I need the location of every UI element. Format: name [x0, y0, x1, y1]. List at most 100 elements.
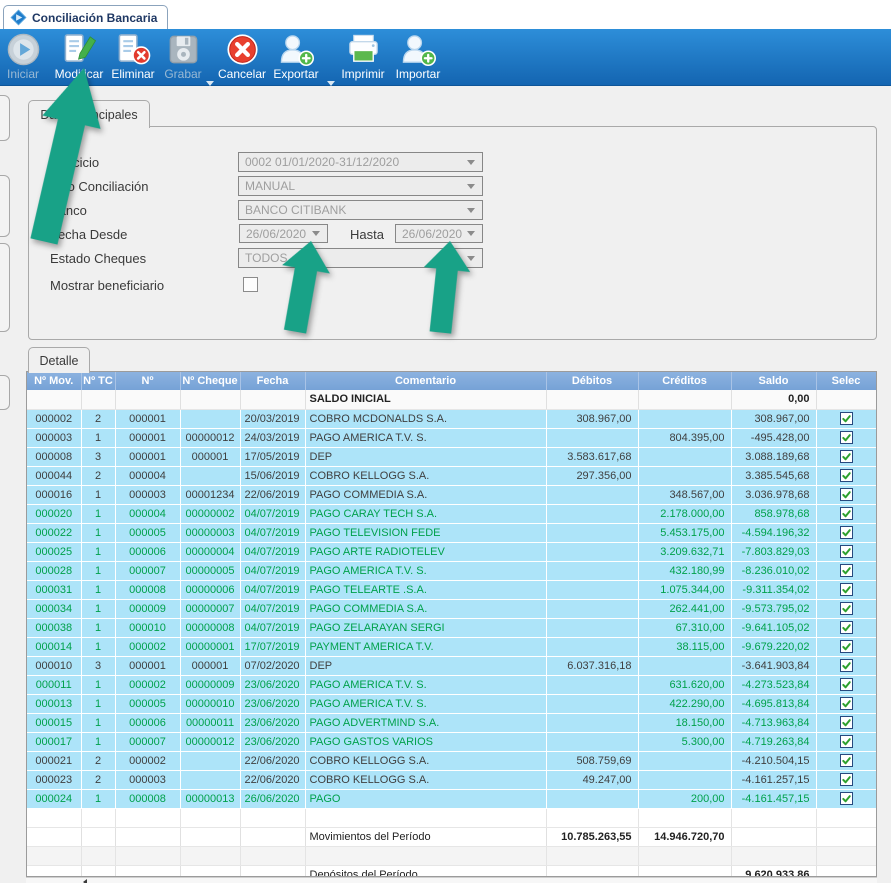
row-select-checkbox[interactable] — [840, 469, 853, 482]
cell-n-tc: 2 — [81, 770, 115, 789]
row-select-checkbox[interactable] — [840, 431, 853, 444]
row-select-checkbox[interactable] — [840, 640, 853, 653]
cell-créditos: 432.180,99 — [638, 561, 731, 580]
cell-n-mov — [27, 827, 81, 846]
exportar-dropdown-caret[interactable] — [327, 81, 335, 86]
row-select-checkbox[interactable] — [840, 621, 853, 634]
row-select-checkbox[interactable] — [840, 697, 853, 710]
cell-débitos — [546, 618, 638, 637]
tab-datos-principales[interactable]: Datos Principales — [28, 100, 150, 128]
cell-débitos — [546, 637, 638, 656]
cell-selec — [816, 808, 876, 827]
cell-comentario: PAGO TELEARTE .S.A. — [305, 580, 546, 599]
row-select-checkbox[interactable] — [840, 450, 853, 463]
horizontal-scrollbar[interactable] — [26, 877, 877, 883]
ejercicio-label: Ejercicio — [50, 155, 99, 170]
column-header-comentario: Comentario — [305, 372, 546, 390]
tab-detalle[interactable]: Detalle — [28, 347, 90, 373]
table-row: SALDO INICIAL0,00 — [27, 390, 876, 409]
toolbar-button-imprimir[interactable]: Imprimir — [336, 32, 390, 82]
row-select-checkbox[interactable] — [840, 488, 853, 501]
cell-fecha: 26/06/2020 — [240, 789, 305, 808]
estado-cheques-dropdown[interactable]: TODOS — [238, 248, 483, 268]
cell-selec — [816, 846, 876, 865]
cell-créditos — [638, 808, 731, 827]
cell-n-mov — [27, 808, 81, 827]
window-tab[interactable]: Conciliación Bancaria — [3, 5, 168, 29]
row-select-checkbox[interactable] — [840, 526, 853, 539]
banco-dropdown[interactable]: BANCO CITIBANK — [238, 200, 483, 220]
ejercicio-dropdown[interactable]: 0002 01/01/2020-31/12/2020 — [238, 152, 483, 172]
row-select-checkbox[interactable] — [840, 659, 853, 672]
cell-n: 000001 — [115, 447, 180, 466]
cell-n — [115, 846, 180, 865]
cell-selec — [816, 827, 876, 846]
cell-comentario: COBRO MCDONALDS S.A. — [305, 409, 546, 428]
row-select-checkbox[interactable] — [840, 602, 853, 615]
cell-n: 000003 — [115, 770, 180, 789]
cell-saldo: -4.719.263,84 — [731, 732, 816, 751]
chevron-down-icon — [467, 184, 475, 189]
cell-créditos — [638, 447, 731, 466]
cell-selec — [816, 713, 876, 732]
toolbar-button-eliminar[interactable]: Eliminar — [108, 32, 158, 82]
toolbar-button-exportar[interactable]: Exportar — [268, 32, 324, 82]
row-select-checkbox[interactable] — [840, 678, 853, 691]
tab-detalle-label: Detalle — [40, 354, 79, 368]
cell-fecha: 23/06/2020 — [240, 713, 305, 732]
row-select-checkbox[interactable] — [840, 754, 853, 767]
collapsed-panel-edge — [0, 95, 10, 141]
cell-débitos: 10.785.263,55 — [546, 827, 638, 846]
cell-n-mov: 000014 — [27, 637, 81, 656]
cell-saldo: -4.695.813,84 — [731, 694, 816, 713]
cell-selec — [816, 390, 876, 409]
fecha-desde-datepicker[interactable]: 26/06/2020 — [239, 224, 328, 243]
cell-comentario: PAGO AMERICA T.V. S. — [305, 428, 546, 447]
row-select-checkbox[interactable] — [840, 412, 853, 425]
row-select-checkbox[interactable] — [840, 583, 853, 596]
cell-n: 000004 — [115, 504, 180, 523]
table-row: 00001410000020000000117/07/2019PAYMENT A… — [27, 637, 876, 656]
cell-n-tc: 1 — [81, 713, 115, 732]
scroll-left-icon[interactable] — [83, 879, 87, 883]
mostrar-beneficiario-checkbox[interactable] — [243, 277, 258, 292]
row-select-checkbox[interactable] — [840, 507, 853, 520]
cell-saldo: -8.236.010,02 — [731, 561, 816, 580]
cell-n-cheque: 00000007 — [180, 599, 240, 618]
cell-n-tc: 1 — [81, 428, 115, 447]
cell-saldo: -9.311.354,02 — [731, 580, 816, 599]
toolbar-label: Grabar — [164, 67, 201, 81]
row-select-checkbox[interactable] — [840, 735, 853, 748]
row-select-checkbox[interactable] — [840, 564, 853, 577]
tipo-conciliacion-dropdown[interactable]: MANUAL — [238, 176, 483, 196]
cell-créditos — [638, 466, 731, 485]
toolbar-button-grabar[interactable]: Grabar — [160, 32, 206, 82]
row-select-checkbox[interactable] — [840, 545, 853, 558]
cell-saldo: -9.573.795,02 — [731, 599, 816, 618]
cell-créditos — [638, 409, 731, 428]
row-select-checkbox[interactable] — [840, 773, 853, 786]
cell-créditos: 3.209.632,71 — [638, 542, 731, 561]
cell-fecha — [240, 846, 305, 865]
toolbar-label: Iniciar — [7, 67, 39, 81]
toolbar-button-cancelar[interactable]: Cancelar — [216, 32, 268, 82]
fecha-hasta-datepicker[interactable]: 26/06/2020 — [395, 224, 483, 243]
cell-n-mov: 000038 — [27, 618, 81, 637]
cell-n: 000007 — [115, 732, 180, 751]
table-row: 00003410000090000000704/07/2019PAGO COMM… — [27, 599, 876, 618]
cell-n-cheque — [180, 865, 240, 877]
column-header-saldo: Saldo — [731, 372, 816, 390]
toolbar-button-iniciar[interactable]: Iniciar — [2, 32, 44, 82]
toolbar-label: Eliminar — [111, 67, 154, 81]
row-select-checkbox[interactable] — [840, 792, 853, 805]
collapsed-panel-edge — [0, 175, 10, 237]
cell-n-mov: 000025 — [27, 542, 81, 561]
toolbar-button-importar[interactable]: Importar — [391, 32, 445, 82]
window-tab-title: Conciliación Bancaria — [32, 11, 157, 25]
cell-comentario: DEP — [305, 656, 546, 675]
toolbar-button-modificar[interactable]: Modificar — [50, 32, 108, 82]
row-select-checkbox[interactable] — [840, 716, 853, 729]
cell-selec — [816, 694, 876, 713]
grid-header-row: Nº Mov.Nº TCNºNº ChequeFechaComentarioDé… — [27, 372, 876, 390]
grabar-dropdown-caret[interactable] — [206, 81, 214, 86]
